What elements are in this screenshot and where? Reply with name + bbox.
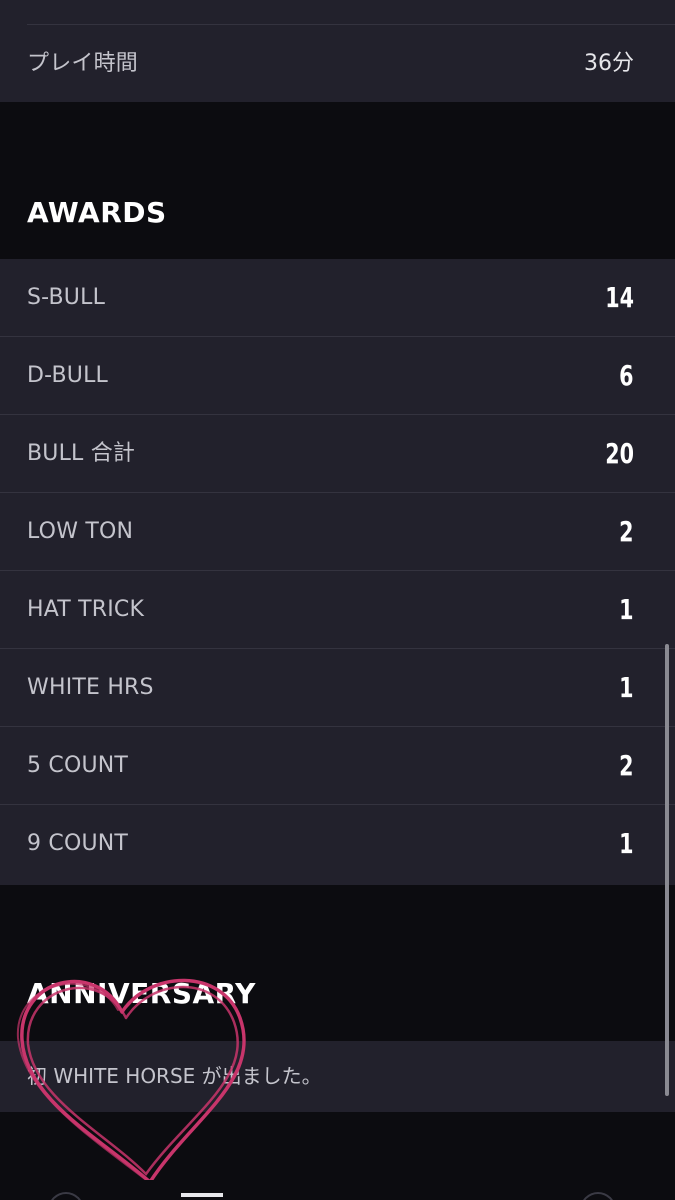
award-label: BULL 合計 [27,441,136,466]
award-label: LOW TON [27,519,134,544]
award-value: 1 [619,593,634,626]
award-row-white-hrs: WHITE HRS 1 [0,649,675,727]
anniversary-message: 初 WHITE HORSE が出ました。 [27,1064,322,1088]
award-value: 6 [619,359,634,392]
playtime-row: プレイ時間 36分 [0,25,675,102]
award-label: D-BULL [27,363,109,388]
award-value: 1 [619,671,634,704]
award-value: 1 [619,827,634,860]
award-label: S-BULL [27,285,106,310]
navigation-bar [0,1180,675,1200]
stats-screen: プレイ時間 36分 AWARDS S-BULL 14 D-BULL 6 BULL… [0,0,675,1200]
award-value: 20 [605,437,634,470]
awards-card: S-BULL 14 D-BULL 6 BULL 合計 20 LOW TON 2 … [0,259,675,885]
playtime-card: プレイ時間 36分 [0,0,675,102]
playtime-label: プレイ時間 [27,51,139,76]
award-value: 14 [605,281,634,314]
award-row-low-ton: LOW TON 2 [0,493,675,571]
award-row-s-bull: S-BULL 14 [0,259,675,337]
nav-back-icon[interactable] [48,1192,84,1200]
anniversary-section-title: ANNIVERSARY [27,977,256,1010]
scrollbar[interactable] [665,644,669,1096]
award-row-9-count: 9 COUNT 1 [0,805,675,883]
award-value: 2 [619,749,634,782]
playtime-value: 36分 [584,51,634,76]
award-value: 2 [619,515,634,548]
awards-section-title: AWARDS [27,196,167,229]
award-label: 9 COUNT [27,831,129,856]
nav-home-indicator[interactable] [181,1193,223,1197]
award-label: HAT TRICK [27,597,145,622]
award-label: WHITE HRS [27,675,154,700]
anniversary-card: 初 WHITE HORSE が出ました。 [0,1041,675,1112]
award-row-bull-total: BULL 合計 20 [0,415,675,493]
award-label: 5 COUNT [27,753,129,778]
award-row-5-count: 5 COUNT 2 [0,727,675,805]
award-row-d-bull: D-BULL 6 [0,337,675,415]
nav-recent-icon[interactable] [580,1192,616,1200]
award-row-hat-trick: HAT TRICK 1 [0,571,675,649]
